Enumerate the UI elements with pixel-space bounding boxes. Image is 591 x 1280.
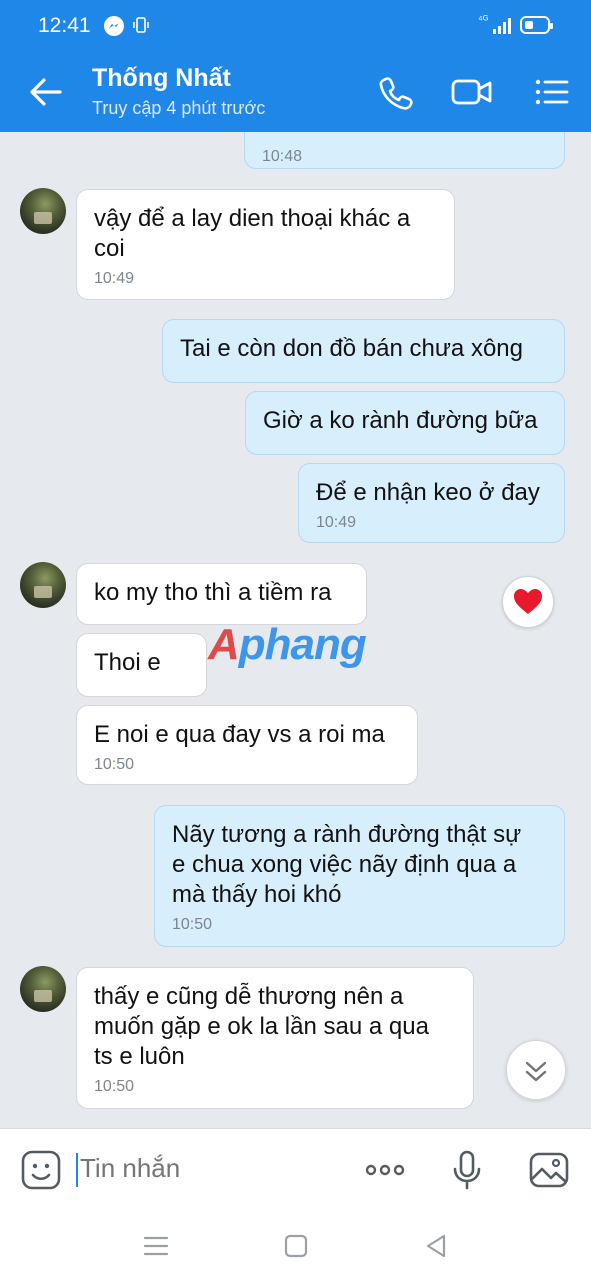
home-icon[interactable]	[282, 1232, 310, 1260]
message-text: Thoi e	[94, 649, 161, 676]
heart-icon	[514, 589, 542, 614]
watermark-first: A	[208, 620, 240, 669]
back-triangle-icon[interactable]	[422, 1232, 450, 1260]
messenger-notification-icon	[104, 16, 124, 36]
last-seen-status: Truy cập 4 phút trước	[92, 98, 266, 118]
message-time: 10:48	[262, 148, 303, 165]
message-time: 10:49	[316, 514, 357, 531]
network-type: ⁴ᴳ	[478, 14, 489, 26]
system-nav-bar	[0, 1210, 591, 1280]
battery-icon	[520, 16, 553, 34]
message-text: Tai e còn don đồ bán chưa xông	[180, 335, 523, 362]
message-text: Nãy tương a rành đường thật sự e chua xo…	[172, 821, 522, 908]
message-incoming[interactable]: E noi e qua đay vs a roi ma 10:50	[76, 705, 418, 785]
message-text: E noi e qua đay vs a roi ma	[94, 721, 385, 748]
back-arrow-icon[interactable]	[26, 74, 66, 110]
contact-avatar[interactable]	[20, 188, 66, 234]
message-outgoing[interactable]: Để e nhận keo ở đay 10:49	[298, 463, 565, 543]
message-text: Giờ a ko rành đường bữa	[263, 407, 538, 434]
message-outgoing[interactable]: Nãy tương a rành đường thật sự e chua xo…	[154, 805, 565, 947]
message-input[interactable]	[80, 1153, 340, 1184]
text-cursor	[76, 1153, 78, 1187]
microphone-icon[interactable]	[446, 1149, 488, 1191]
reaction-badge[interactable]	[502, 576, 554, 628]
message-text: vậy để a lay dien thoại khác a coi	[94, 205, 411, 262]
watermark-logo: Aphang	[208, 620, 367, 670]
phone-call-icon[interactable]	[374, 72, 418, 112]
watermark-rest: phang	[238, 620, 367, 669]
scroll-to-bottom-button[interactable]	[506, 1040, 566, 1100]
message-incoming[interactable]: thấy e cũng dễ thương nên a muốn gặp e o…	[76, 967, 474, 1109]
message-incoming[interactable]: ko my tho thì a tiềm ra	[76, 563, 367, 625]
menu-list-icon[interactable]	[532, 72, 576, 112]
recent-apps-icon[interactable]	[142, 1232, 170, 1260]
message-composer	[0, 1128, 591, 1211]
signal-icon	[492, 17, 514, 40]
message-time: 10:50	[94, 756, 135, 773]
status-bar: 12:41 ⁴ᴳ	[0, 0, 591, 52]
status-time: 12:41	[38, 14, 91, 37]
more-options-icon[interactable]	[364, 1149, 406, 1191]
message-incoming[interactable]: vậy để a lay dien thoại khác a coi 10:49	[76, 189, 455, 300]
image-gallery-icon[interactable]	[528, 1149, 570, 1191]
message-incoming[interactable]: Thoi e	[76, 633, 207, 697]
message-time: 10:50	[94, 1078, 135, 1095]
chat-header: Thống Nhất Truy cập 4 phút trước	[0, 52, 591, 132]
message-outgoing[interactable]: Tai e còn don đồ bán chưa xông	[162, 319, 565, 383]
message-list[interactable]: 10:48 vậy để a lay dien thoại khác a coi…	[0, 132, 591, 1128]
emoji-sticker-icon[interactable]	[20, 1149, 62, 1191]
message-outgoing[interactable]: 10:48	[244, 132, 565, 169]
contact-avatar[interactable]	[20, 966, 66, 1012]
message-text: ko my tho thì a tiềm ra	[94, 579, 332, 606]
video-call-icon[interactable]	[450, 72, 494, 112]
double-chevron-down-icon	[525, 1061, 547, 1082]
message-outgoing[interactable]: Giờ a ko rành đường bữa	[245, 391, 565, 455]
message-text: Để e nhận keo ở đay	[316, 479, 540, 506]
message-text: thấy e cũng dễ thương nên a muốn gặp e o…	[94, 983, 429, 1070]
vibrate-icon	[133, 16, 149, 39]
contact-name[interactable]: Thống Nhất	[92, 64, 231, 93]
message-time: 10:49	[94, 270, 135, 287]
contact-avatar[interactable]	[20, 562, 66, 608]
message-time: 10:50	[172, 916, 213, 933]
